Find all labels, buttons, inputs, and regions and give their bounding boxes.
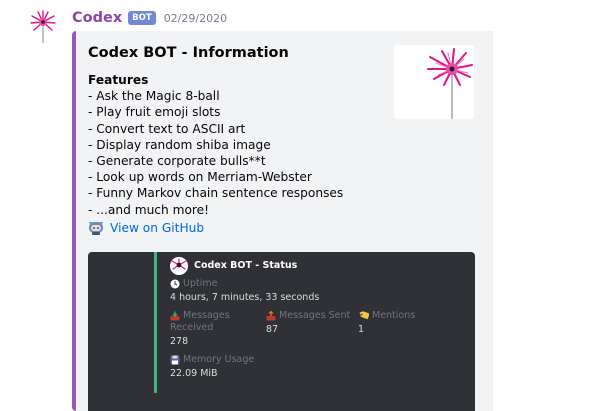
outbox-tray-icon xyxy=(266,310,276,320)
feature-item: - Funny Markov chain sentence responses xyxy=(88,186,344,201)
bot-avatar[interactable] xyxy=(30,10,56,44)
github-link[interactable]: View on GitHub xyxy=(88,219,204,237)
message-header: Codex BOT 02/29/2020 xyxy=(72,9,227,27)
floppy-disk-icon xyxy=(170,355,180,364)
mentions-value: 1 xyxy=(358,324,365,335)
messages-received-label: Messages xyxy=(183,310,230,321)
features-heading: Features xyxy=(88,73,149,87)
inbox-tray-icon xyxy=(170,311,180,320)
mentions-field-name: Mentions xyxy=(358,310,415,321)
embed-description: Features - Ask the Magic 8-ball - Play f… xyxy=(88,72,378,218)
embed-thumbnail[interactable] xyxy=(394,45,474,119)
feature-item: - ...and much more! xyxy=(88,202,210,217)
label-tag-icon xyxy=(359,310,369,319)
feature-item: - Look up words on Merriam-Webster xyxy=(88,170,312,185)
messages-received-label-line-2: Received xyxy=(170,322,214,333)
messages-sent-value: 87 xyxy=(266,324,279,335)
embed: Codex BOT - Information Features - Ask t… xyxy=(72,31,493,411)
memory-field-name: Memory Usage xyxy=(170,354,254,365)
feature-item: - Display random shiba image xyxy=(88,137,271,152)
feature-item: - Generate corporate bulls**t xyxy=(88,154,266,169)
memory-value: 22.09 MiB xyxy=(170,368,218,379)
github-link-label[interactable]: View on GitHub xyxy=(110,221,204,235)
status-avatar xyxy=(170,257,188,275)
uptime-value: 4 hours, 7 minutes, 33 seconds xyxy=(170,292,320,303)
feature-item: - Convert text to ASCII art xyxy=(88,121,246,136)
octocat-icon xyxy=(88,220,104,236)
feature-item: - Play fruit emoji slots xyxy=(88,105,221,120)
username[interactable]: Codex xyxy=(72,10,122,26)
bot-tag: BOT xyxy=(128,11,156,25)
messages-sent-field-name: Messages Sent xyxy=(266,310,350,321)
messages-sent-label: Messages Sent xyxy=(279,310,351,321)
embed-title: Codex BOT - Information xyxy=(88,45,289,61)
memory-label: Memory Usage xyxy=(183,354,255,365)
uptime-label: Uptime xyxy=(183,278,218,289)
clock-icon xyxy=(170,279,180,288)
uptime-field-name: Uptime xyxy=(170,278,217,289)
status-embed: Codex BOT - Status Uptime 4 hours, 7 min… xyxy=(154,252,432,411)
feature-item: - Ask the Magic 8-ball xyxy=(88,89,220,104)
status-title: Codex BOT - Status xyxy=(194,260,298,271)
timestamp[interactable]: 02/29/2020 xyxy=(164,12,227,25)
status-accent-bar xyxy=(154,252,157,393)
status-screenshot[interactable]: Codex BOT - Status Uptime 4 hours, 7 min… xyxy=(88,252,475,411)
messages-received-value: 278 xyxy=(170,336,189,347)
messages-received-field-name: Messages xyxy=(170,310,230,321)
mentions-label: Mentions xyxy=(372,310,416,321)
